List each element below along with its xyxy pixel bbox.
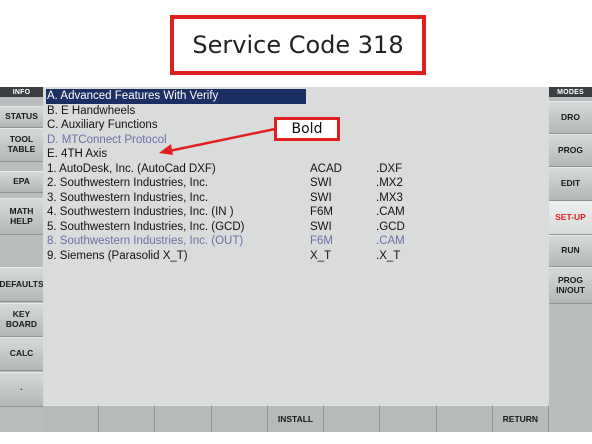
list-item-ext: .CAM — [376, 206, 405, 218]
list-item[interactable]: A. Advanced Features With Verify — [46, 89, 546, 104]
list-item-desc: B. E Handwheels — [47, 104, 136, 117]
list-item-desc: D. MTConnect Protocol — [47, 133, 167, 146]
list-item-code: F6M — [310, 206, 333, 218]
mode-button-dro[interactable]: DRO — [549, 101, 592, 134]
list-item-ext: .X_T — [376, 249, 401, 262]
info-button-key-board[interactable]: KEY BOARD — [0, 303, 43, 337]
list-item-desc: A. Advanced Features With Verify — [46, 89, 306, 104]
list-item-ext: .GCD — [376, 220, 405, 233]
info-panel: INFO STATUS TOOL TABLE EPA MATH HELP DEFAULT… — [0, 87, 44, 432]
list-item-code: ACAD — [310, 162, 342, 175]
mode-button-edit[interactable]: EDIT — [549, 167, 592, 201]
function-key-2[interactable] — [99, 405, 156, 432]
function-key-bar: INSTALL RETURN — [43, 405, 549, 432]
mode-button-run[interactable]: RUN — [549, 235, 592, 267]
info-button-calc[interactable]: CALC — [0, 337, 43, 371]
info-button-blank[interactable]: · — [0, 372, 43, 407]
list-item[interactable]: 9. Siemens (Parasolid X_T) X_T .X_T — [46, 249, 546, 264]
info-button-epa[interactable]: EPA — [0, 171, 43, 193]
list-item-code: SWI — [310, 220, 332, 233]
list-item-code: F6M — [310, 235, 333, 247]
mode-button-prog[interactable]: PROG — [549, 134, 592, 167]
function-key-6[interactable] — [324, 405, 381, 432]
modes-panel-header: MODES — [549, 87, 592, 97]
function-key-3[interactable] — [155, 405, 212, 432]
setup-content-area: A. Advanced Features With Verify B. E Han… — [43, 87, 549, 405]
function-key-return[interactable]: RETURN — [492, 405, 549, 432]
list-item-desc: 5. Southwestern Industries, Inc. (GCD) — [47, 220, 245, 233]
list-item-code: SWI — [310, 191, 332, 204]
function-key-install[interactable]: INSTALL — [267, 405, 325, 432]
list-item-desc: 4. Southwestern Industries, Inc. (IN ) — [47, 206, 234, 218]
info-button-tool-table[interactable]: TOOL TABLE — [0, 128, 43, 162]
function-key-4[interactable] — [211, 405, 268, 432]
modes-panel: MODES DRO PROG EDIT SET-UP RUN PROG IN/OUT — [549, 87, 592, 432]
mode-button-prog-in-out[interactable]: PROG IN/OUT — [549, 267, 592, 304]
list-item-desc: 3. Southwestern Industries, Inc. — [47, 191, 209, 204]
list-item-ext: .MX2 — [376, 177, 403, 189]
machine-screen: INFO STATUS TOOL TABLE EPA MATH HELP DEFAULT… — [0, 87, 592, 432]
list-item[interactable]: 2. Southwestern Industries, Inc. SWI .MX2 — [46, 176, 546, 191]
list-item[interactable]: 5. Southwestern Industries, Inc. (GCD) SW… — [46, 220, 546, 235]
service-code-caption: Service Code 318 — [170, 15, 426, 75]
list-item-ext: .DXF — [376, 162, 403, 175]
list-item[interactable]: E. 4TH Axis — [46, 147, 546, 162]
list-item-desc: C. Auxiliary Functions — [47, 119, 158, 131]
list-item[interactable]: B. E Handwheels — [46, 104, 546, 119]
info-button-defaults[interactable]: DEFAULTS — [0, 267, 44, 302]
list-item-desc: 1. AutoDesk, Inc. (AutoCad DXF) — [47, 162, 216, 175]
info-button-math-help[interactable]: MATH HELP — [0, 198, 43, 235]
info-panel-header: INFO — [0, 87, 43, 97]
list-item-ext: .CAM — [376, 235, 405, 247]
list-item-desc: 8. Southwestern Industries, Inc. (OUT) — [47, 235, 244, 247]
mode-button-set-up[interactable]: SET-UP — [549, 201, 592, 235]
info-button-status[interactable]: STATUS — [0, 106, 43, 128]
arrow-icon — [159, 127, 276, 155]
bold-annotation-label: Bold — [274, 117, 340, 141]
list-item[interactable]: 8. Southwestern Industries, Inc. (OUT) F6… — [46, 234, 546, 249]
function-key-7[interactable] — [380, 405, 437, 432]
list-item-code: X_T — [310, 249, 332, 262]
list-item[interactable]: 1. AutoDesk, Inc. (AutoCad DXF) ACAD .DXF — [46, 162, 546, 177]
list-item[interactable]: 4. Southwestern Industries, Inc. (IN ) F6… — [46, 205, 546, 220]
list-item-ext: .MX3 — [376, 191, 403, 204]
list-item[interactable]: 3. Southwestern Industries, Inc. SWI .MX3 — [46, 191, 546, 206]
list-item-desc: 9. Siemens (Parasolid X_T) — [47, 249, 188, 262]
function-key-8[interactable] — [436, 405, 493, 432]
list-item-desc: 2. Southwestern Industries, Inc. — [47, 177, 209, 189]
list-item-code: SWI — [310, 177, 332, 189]
software-feature-list: A. Advanced Features With Verify B. E Han… — [46, 89, 546, 263]
list-item-desc: E. 4TH Axis — [47, 148, 108, 160]
function-key-1[interactable] — [43, 405, 100, 432]
